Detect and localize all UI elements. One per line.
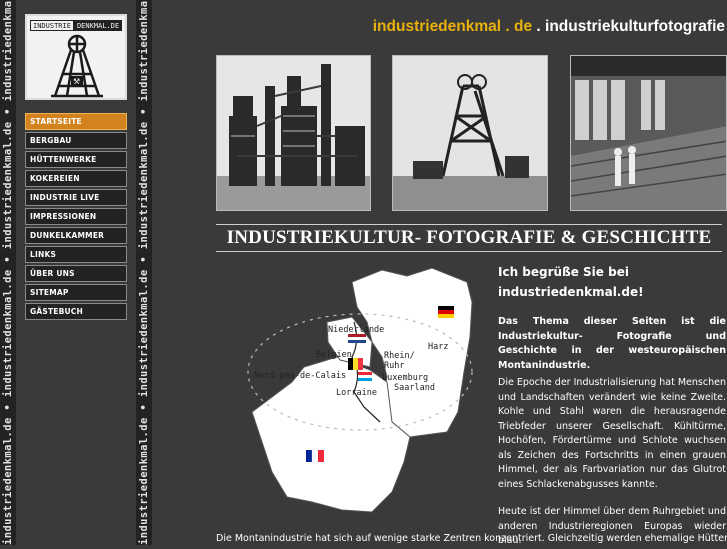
headframe-photo-icon [393,56,547,210]
site-name: industriedenkmal . de [372,18,533,35]
luxembourg-flag-icon [358,372,372,381]
history-paragraph: Die Epoche der Industrialisierung hat Me… [498,377,726,490]
headframe-photo[interactable] [392,55,548,211]
continuation-text: Die Montanindustrie hat sich auf wenige … [216,533,727,544]
menu-item-huettenwerke[interactable]: HÜTTENWERKE [25,151,127,168]
blast-furnace-photo-icon [217,56,370,210]
menu-item-kokereien[interactable]: KOKEREIEN [25,170,127,187]
menu-item-startseite[interactable]: STARTSEITE [25,113,127,130]
menu-item-ueber-uns[interactable]: ÜBER UNS [25,265,127,282]
main-menu: STARTSEITE BERGBAU HÜTTENWERKE KOKEREIEN… [25,113,127,322]
site-subtitle: industriekulturfotografie [545,18,725,35]
watermark-text: industriedenkmal.de • industriedenkmal.d… [138,0,150,545]
watermark-strip-middle: industriedenkmal.de • industriedenkmal.d… [136,0,152,545]
greeting-line-1: Ich begrüße Sie bei [498,265,629,279]
industrial-regions-map[interactable]: Niederlande Belgien Rhein/ Ruhr Harz Lux… [232,262,496,530]
industrial-hall-photo[interactable] [570,55,727,211]
menu-item-dunkelkammer[interactable]: DUNKELKAMMER [25,227,127,244]
label-niederlande: Niederlande [328,325,384,335]
logo-word-left: INDUSTRIE [30,20,74,31]
headframe-logo-icon: ⚒ [51,34,103,98]
label-belgien: Belgien [316,350,352,360]
menu-item-bergbau[interactable]: BERGBAU [25,132,127,149]
label-harz: Harz [428,342,448,352]
left-column: INDUSTRIE DENKMAL.DE ⚒ STARTSEITE BERGBA… [16,0,136,545]
site-logo[interactable]: INDUSTRIE DENKMAL.DE ⚒ [25,14,127,100]
label-lorraine: Lorraine [336,388,377,398]
french-flag-icon [306,449,324,463]
dutch-flag-icon [348,334,366,343]
title-separator: . [532,18,546,35]
greeting-line-2: industriedenkmal.de! [498,285,644,299]
menu-item-links[interactable]: LINKS [25,246,127,263]
watermark-text: industriedenkmal.de • industriedenkmal.d… [2,0,14,545]
main-content: industriedenkmal . de . industriekulturf… [152,0,727,546]
menu-item-impressionen[interactable]: IMPRESSIONEN [25,208,127,225]
industrial-hall-photo-icon [571,56,726,210]
svg-text:⚒: ⚒ [73,77,80,86]
label-rhein-ruhr-1: Rhein/ [384,351,415,361]
watermark-strip-left: industriedenkmal.de • industriedenkmal.d… [0,0,16,545]
page-headline: INDUSTRIEKULTUR- FOTOGRAFIE & GESCHICHTE [216,224,722,252]
blast-furnace-photo[interactable] [216,55,371,211]
logo-wordmark: INDUSTRIE DENKMAL.DE [30,20,123,31]
label-saarland: Saarland [394,383,435,393]
logo-word-right: DENKMAL.DE [73,20,123,31]
site-title[interactable]: industriedenkmal . de . industriekulturf… [373,18,725,36]
label-luxemburg: Luxemburg [382,373,428,383]
intro-paragraph: Das Thema dieser Seiten ist die Industri… [498,316,726,371]
greeting-heading: Ich begrüße Sie bei industriedenkmal.de! [498,262,726,302]
menu-item-sitemap[interactable]: SITEMAP [25,284,127,301]
label-nord-pas-de-calais: Nord-pas-de-Calais [254,371,346,381]
menu-item-industrie-live[interactable]: INDUSTRIE LIVE [25,189,127,206]
menu-item-gaestebuch[interactable]: GÄSTEBUCH [25,303,127,320]
german-flag-icon [438,306,454,318]
label-rhein-ruhr-2: Ruhr [384,361,404,371]
